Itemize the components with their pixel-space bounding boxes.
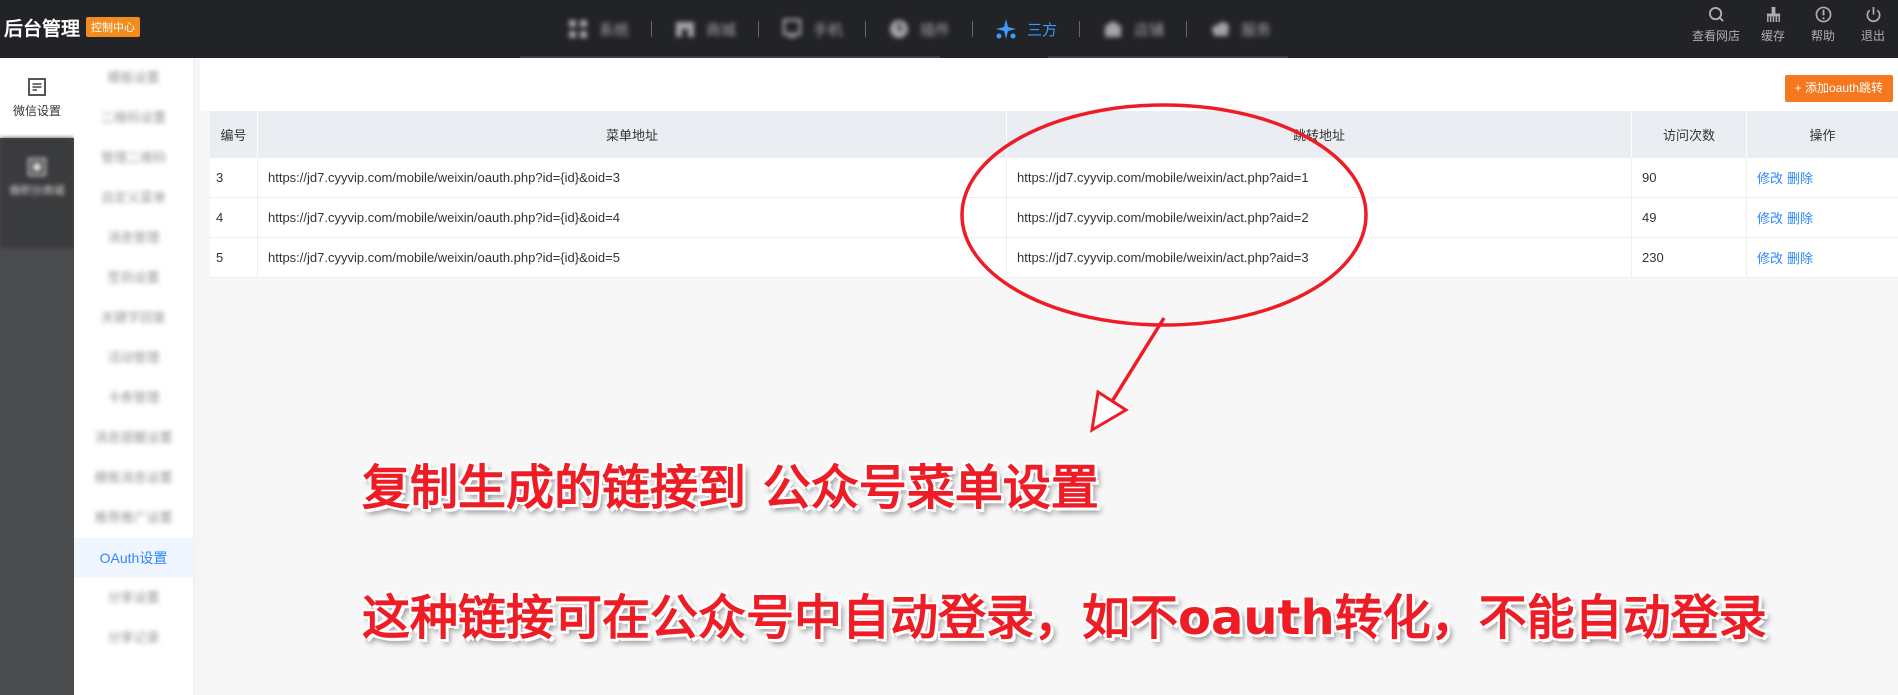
cell-actions: 修改 删除: [1746, 197, 1898, 238]
cell-actions: 修改 删除: [1746, 237, 1898, 278]
cell-redirect-url[interactable]: https://jd7.cyyvip.com/mobile/weixin/act…: [1006, 237, 1632, 278]
broom-icon: [1766, 6, 1780, 23]
rail-item-wechat-settings[interactable]: 微信设置: [0, 58, 74, 138]
delete-link[interactable]: 删除: [1787, 211, 1813, 226]
cell-menu-url[interactable]: https://jd7.cyyvip.com/mobile/weixin/oau…: [257, 158, 1007, 198]
grid-icon: [569, 20, 587, 38]
cell-visits: 90: [1631, 158, 1747, 198]
cell-menu-url[interactable]: https://jd7.cyyvip.com/mobile/weixin/oau…: [257, 237, 1007, 278]
cell-id: 3: [210, 158, 258, 198]
table-row: 3 https://jd7.cyyvip.com/mobile/weixin/o…: [210, 158, 1898, 198]
rail-label: 微信设置: [12, 104, 61, 118]
nav-label: 系统: [599, 21, 630, 39]
submenu-item[interactable]: 二维码设置: [74, 98, 193, 138]
column-header: 操作: [1746, 111, 1898, 158]
top-bar: 后台管理 控制中心 系统 商城 手机 插件 三方 店铺 服务 查看网店 缓存 帮…: [0, 0, 1898, 59]
column-header: 跳转地址: [1006, 111, 1632, 158]
control-center-badge: 控制中心: [86, 17, 140, 37]
submenu-item[interactable]: 活动管理: [74, 338, 193, 378]
submenu-item[interactable]: 卡券管理: [74, 378, 193, 418]
nav-item-store[interactable]: 商城: [652, 18, 758, 40]
submenu-item[interactable]: 消息管理: [74, 218, 193, 258]
logout-button[interactable]: 退出: [1848, 6, 1898, 44]
nav-label: 三方: [1027, 21, 1058, 39]
column-header: 编号: [210, 111, 258, 158]
header-actions: 查看网店 缓存 帮助 退出: [1684, 6, 1898, 44]
cell-visits: 49: [1631, 197, 1747, 238]
cell-actions: 修改 删除: [1746, 158, 1898, 198]
main-nav: 系统 商城 手机 插件 三方 店铺 服务: [545, 0, 1293, 58]
action-label: 退出: [1860, 29, 1885, 43]
cell-menu-url[interactable]: https://jd7.cyyvip.com/mobile/weixin/oau…: [257, 197, 1007, 238]
nav-item-mobile[interactable]: 手机: [759, 18, 865, 40]
nav-item-third-party[interactable]: 三方: [973, 18, 1079, 40]
cell-id: 5: [210, 237, 258, 278]
box-icon: [28, 158, 46, 176]
nav-label: 商城: [706, 21, 737, 39]
edit-link[interactable]: 修改: [1757, 171, 1783, 186]
submenu-item[interactable]: 签到设置: [74, 258, 193, 298]
cache-button[interactable]: 缓存: [1748, 6, 1798, 44]
app-title: 后台管理: [4, 19, 81, 40]
submenu-item[interactable]: 关键字回复: [74, 298, 193, 338]
shop-icon: [1105, 21, 1122, 37]
nav-label: 手机: [813, 21, 844, 39]
monitor-icon: [782, 18, 802, 38]
submenu-item[interactable]: 管理二维码: [74, 138, 193, 178]
submenu-item[interactable]: 消息提醒设置: [74, 418, 193, 458]
power-icon: [1866, 6, 1880, 22]
cloud-icon: [1212, 22, 1230, 36]
nav-label: 服务: [1241, 21, 1272, 39]
table-header-row: 编号 菜单地址 跳转地址 访问次数 操作: [210, 111, 1898, 158]
edit-link[interactable]: 修改: [1757, 211, 1783, 226]
submenu-item[interactable]: 模板消息设置: [74, 458, 193, 498]
submenu-item[interactable]: 模板设置: [74, 58, 193, 98]
nav-label: 插件: [920, 21, 951, 39]
submenu-item[interactable]: 自定义菜单: [74, 178, 193, 218]
nav-item-shop[interactable]: 店铺: [1080, 18, 1186, 40]
sparkle-icon: [996, 19, 1017, 39]
annotation-caption-2: 这种链接可在公众号中自动登录，如不oauth转化，不能自动登录: [362, 590, 1767, 646]
cell-redirect-url[interactable]: https://jd7.cyyvip.com/mobile/weixin/act…: [1006, 197, 1632, 238]
action-label: 帮助: [1810, 29, 1835, 43]
left-rail: 微信设置 微积分商城: [0, 58, 74, 695]
cell-id: 4: [210, 197, 258, 238]
table-row: 5 https://jd7.cyyvip.com/mobile/weixin/o…: [210, 237, 1898, 278]
nav-item-service[interactable]: 服务: [1187, 18, 1293, 40]
column-header: 访问次数: [1631, 111, 1747, 158]
annotation-caption-1: 复制生成的链接到 公众号菜单设置: [362, 460, 1099, 516]
info-icon: [1815, 6, 1831, 23]
nav-item-system[interactable]: 系统: [545, 18, 651, 40]
toolbar: + 添加oauth跳转: [200, 58, 1898, 111]
column-header: 菜单地址: [257, 111, 1007, 158]
nav-label: 店铺: [1134, 21, 1165, 39]
action-label: 查看网店: [1691, 29, 1740, 43]
rail-label: 微积分商城: [9, 185, 65, 197]
delete-link[interactable]: 删除: [1787, 171, 1813, 186]
delete-link[interactable]: 删除: [1787, 251, 1813, 266]
submenu-item[interactable]: 推荐推广设置: [74, 498, 193, 538]
submenu-item-oauth[interactable]: OAuth设置: [74, 538, 193, 578]
submenu-item[interactable]: 分享设置: [74, 578, 193, 618]
submenu-item[interactable]: 分享记录: [74, 618, 193, 658]
submenu: 模板设置 二维码设置 管理二维码 自定义菜单 消息管理 签到设置 关键字回复 活…: [74, 58, 194, 695]
table-row: 4 https://jd7.cyyvip.com/mobile/weixin/o…: [210, 197, 1898, 238]
oauth-table: 编号 菜单地址 跳转地址 访问次数 操作 3 https://jd7.cyyvi…: [210, 111, 1898, 278]
wechat-settings-icon: [28, 78, 46, 96]
help-button[interactable]: 帮助: [1798, 6, 1848, 44]
search-icon: [1708, 6, 1724, 22]
view-store-button[interactable]: 查看网店: [1684, 6, 1748, 44]
cell-redirect-url[interactable]: https://jd7.cyyvip.com/mobile/weixin/act…: [1006, 158, 1632, 198]
clock-icon: [890, 20, 909, 38]
store-icon: [676, 22, 695, 37]
cell-visits: 230: [1631, 237, 1747, 278]
add-oauth-button[interactable]: + 添加oauth跳转: [1784, 75, 1893, 102]
nav-item-plugin[interactable]: 插件: [866, 18, 972, 40]
edit-link[interactable]: 修改: [1757, 251, 1783, 266]
rail-item-mall[interactable]: 微积分商城: [0, 138, 74, 248]
action-label: 缓存: [1760, 29, 1785, 43]
